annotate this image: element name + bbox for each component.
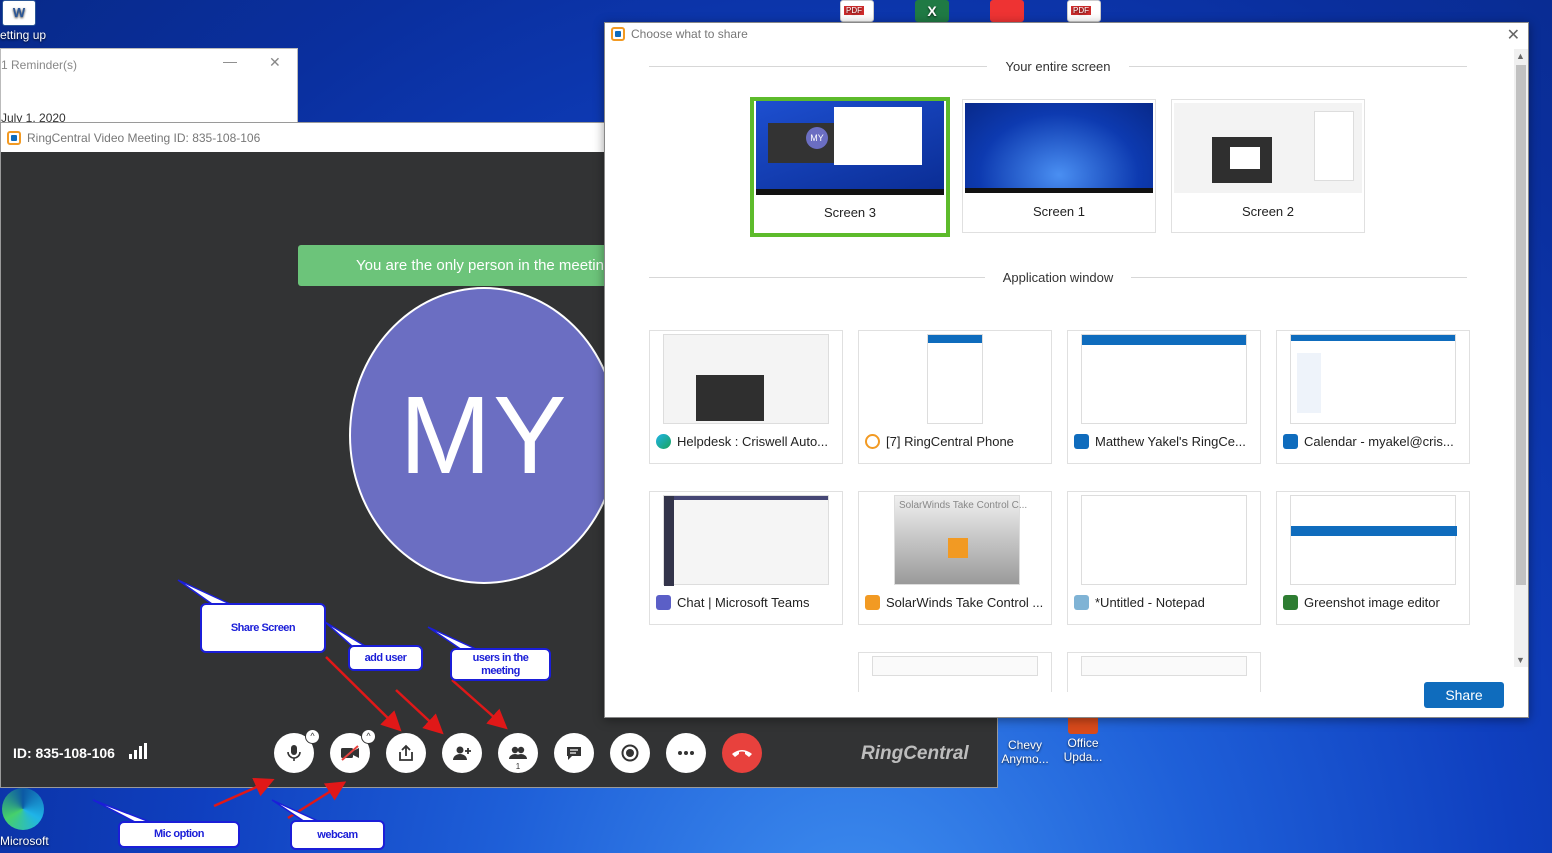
dialog-close-button[interactable]: ✕ bbox=[1507, 25, 1520, 45]
arrow-mic bbox=[213, 777, 275, 808]
app-option-helpdesk[interactable]: Helpdesk : Criswell Auto... bbox=[649, 330, 843, 464]
app-option-notepad[interactable]: *Untitled - Notepad bbox=[1067, 491, 1261, 625]
edge-icon bbox=[656, 434, 671, 449]
app-thumbnail bbox=[872, 656, 1038, 676]
callout-webcam: webcam bbox=[290, 820, 385, 850]
notepad-icon bbox=[1074, 595, 1089, 610]
scroll-up-icon[interactable]: ▲ bbox=[1516, 51, 1525, 61]
app-option-outlook-message[interactable]: Matthew Yakel's RingCe... bbox=[1067, 330, 1261, 464]
app-label: Calendar - myakel@cris... bbox=[1304, 434, 1454, 449]
app-option-outlook-calendar[interactable]: Calendar - myakel@cris... bbox=[1276, 330, 1470, 464]
screen-option-3[interactable]: MY Screen 3 bbox=[750, 97, 950, 237]
callout-tail-add-user bbox=[324, 621, 368, 647]
app-thumbnail: SolarWinds Take Control C... bbox=[894, 495, 1027, 585]
app-thumbnail bbox=[1081, 495, 1247, 585]
screen-thumbnail: MY bbox=[756, 101, 944, 195]
share-dialog: Choose what to share ✕ Your entire scree… bbox=[604, 22, 1529, 718]
screen-label: Screen 3 bbox=[823, 205, 877, 220]
screen-label: Screen 1 bbox=[1032, 204, 1086, 219]
outlook-icon bbox=[1283, 434, 1298, 449]
app-thumbnail bbox=[1290, 495, 1457, 585]
app-thumbnail bbox=[1290, 334, 1456, 424]
callout-users-in-meeting: users in the meeting bbox=[450, 648, 551, 681]
screen-option-2[interactable]: Screen 2 bbox=[1171, 99, 1365, 233]
screen-thumbnail bbox=[965, 103, 1153, 193]
greenshot-icon bbox=[1283, 595, 1298, 610]
solarwinds-icon bbox=[865, 595, 880, 610]
app-label: *Untitled - Notepad bbox=[1095, 595, 1205, 610]
screen-thumbnail bbox=[1174, 103, 1362, 193]
app-option-teams[interactable]: Chat | Microsoft Teams bbox=[649, 491, 843, 625]
callout-share-screen: Share Screen bbox=[200, 603, 326, 653]
callout-mic-option: Mic option bbox=[118, 821, 240, 848]
app-thumbnail bbox=[1081, 656, 1247, 676]
dialog-titlebar: Choose what to share bbox=[611, 27, 748, 41]
app-option-solarwinds[interactable]: SolarWinds Take Control C... SolarWinds … bbox=[858, 491, 1052, 625]
app-thumbnail bbox=[1081, 334, 1247, 424]
app-thumbnail bbox=[663, 495, 829, 586]
app-label: SolarWinds Take Control ... bbox=[886, 595, 1044, 610]
callout-tail-share bbox=[177, 579, 231, 605]
teams-icon bbox=[656, 595, 671, 610]
section-application-window: Application window bbox=[649, 270, 1467, 285]
solarwinds-logo-icon bbox=[948, 538, 968, 558]
app-label: Chat | Microsoft Teams bbox=[677, 595, 810, 610]
app-option-greenshot[interactable]: Greenshot image editor bbox=[1276, 491, 1470, 625]
dialog-scrollbar[interactable]: ▲ ▼ bbox=[1514, 49, 1528, 667]
callout-add-user: add user bbox=[348, 645, 423, 671]
outlook-icon bbox=[1074, 434, 1089, 449]
share-button[interactable]: Share bbox=[1424, 682, 1504, 708]
scrollbar-thumb[interactable] bbox=[1516, 65, 1526, 585]
app-option-partial-1[interactable] bbox=[858, 652, 1052, 692]
app-label: Matthew Yakel's RingCe... bbox=[1095, 434, 1246, 449]
scroll-down-icon[interactable]: ▼ bbox=[1516, 655, 1525, 665]
app-label: [7] RingCentral Phone bbox=[886, 434, 1014, 449]
app-option-ringcentral-phone[interactable]: [7] RingCentral Phone bbox=[858, 330, 1052, 464]
app-label: Helpdesk : Criswell Auto... bbox=[677, 434, 829, 449]
dialog-title: Choose what to share bbox=[631, 27, 748, 41]
app-label: Greenshot image editor bbox=[1304, 595, 1440, 610]
ringcentral-logo-icon bbox=[611, 27, 625, 41]
callout-tail-users bbox=[427, 626, 479, 651]
section-entire-screen: Your entire screen bbox=[649, 59, 1467, 74]
arrow-add-user bbox=[395, 689, 444, 735]
screen-option-1[interactable]: Screen 1 bbox=[962, 99, 1156, 233]
ringcentral-phone-icon bbox=[865, 434, 880, 449]
app-thumbnail bbox=[663, 334, 829, 424]
arrow-participants bbox=[451, 679, 508, 730]
screen-label: Screen 2 bbox=[1241, 204, 1295, 219]
app-option-partial-2[interactable] bbox=[1067, 652, 1261, 692]
app-thumbnail bbox=[927, 334, 983, 424]
callout-tail-mic bbox=[92, 799, 151, 823]
